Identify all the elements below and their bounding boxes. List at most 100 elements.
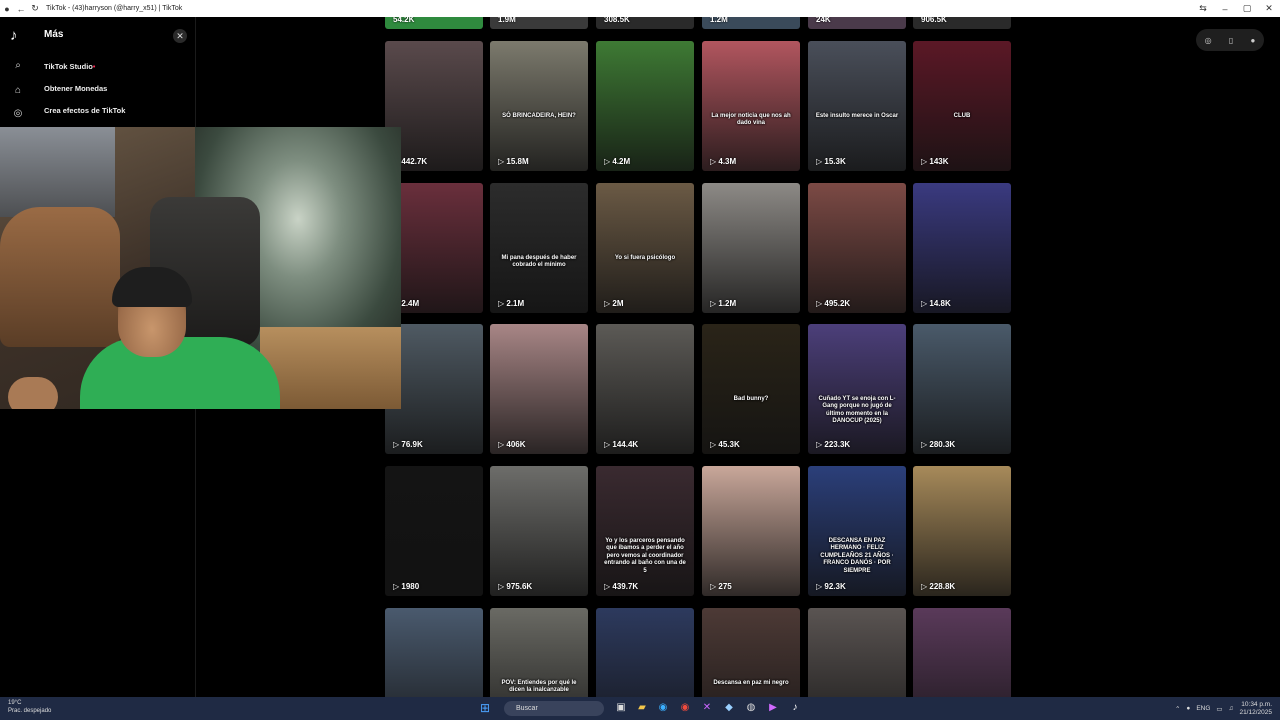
video-tile[interactable]: 1.9M (490, 17, 588, 29)
video-tile[interactable]: ▷ 144.4K (596, 324, 694, 454)
menu-item-get-coins[interactable]: Obtener Monedas (44, 84, 107, 93)
view-count: ▷ 15.8M (498, 157, 529, 166)
capcut-icon[interactable]: ✕ (700, 701, 714, 715)
video-tile[interactable]: Este insulto merece in Oscar ▷ 15.3K (808, 41, 906, 171)
tiktok-logo-icon[interactable]: ♪ (10, 28, 26, 44)
video-tile[interactable]: ▷ 406K (490, 324, 588, 454)
task-view-icon[interactable]: ▣ (614, 701, 628, 715)
window-maximize-button[interactable]: ▢ (1236, 3, 1258, 14)
video-grid: 54.2K1.9M308.5K1.2M24K906.5K▷ 442.7KSÓ B… (385, 17, 1012, 697)
view-count-value: 439.7K (612, 582, 639, 591)
menu-item-label: Crea efectos de TikTok (44, 106, 126, 115)
video-tile[interactable]: 1.2M (702, 17, 800, 29)
video-tile[interactable]: 54.2K (385, 17, 483, 29)
window-close-button[interactable]: ✕ (1258, 3, 1280, 14)
video-caption: La mejor noticia que nos ah dado vina (711, 112, 791, 127)
taskbar-search-box[interactable]: Buscar (504, 701, 604, 716)
menu-item-tiktok-studio[interactable]: TikTok Studio• (44, 62, 95, 71)
floating-controls: ◎ ▯ ● (1196, 29, 1264, 51)
view-count: ▷ 143K (921, 157, 949, 166)
view-count-value: 1.2M (718, 299, 737, 308)
system-tray: ⌃ ● ENG ▭ ♫ 10:34 p.m. 21/12/2025 (1169, 699, 1272, 718)
window-minimize-button[interactable]: – (1214, 4, 1236, 14)
chrome-icon[interactable]: ◉ (678, 701, 692, 715)
weather-widget[interactable]: 19°C Prac. despejado (8, 699, 51, 715)
video-tile[interactable]: ▷ 14.8K (913, 183, 1011, 313)
video-tile[interactable]: ▷ 4.2M (596, 41, 694, 171)
video-caption: POV: Entiendes por qué le dicen la inalc… (501, 679, 577, 694)
view-count-value: 406K (506, 440, 526, 449)
menu-item-effects[interactable]: Crea efectos de TikTok (44, 106, 125, 115)
explore-compass-icon[interactable]: ◎ (10, 106, 26, 122)
video-tile[interactable]: La mejor noticia que nos ah dado vina ▷ 4… (702, 41, 800, 171)
video-tile[interactable]: Yo si fuera psicólogo ▷ 2M (596, 183, 694, 313)
view-count-value: 495.2K (824, 299, 851, 308)
media-player-icon[interactable]: ▶ (766, 701, 780, 715)
volume-icon[interactable]: ♫ (1229, 705, 1234, 712)
view-count-value: 45.3K (718, 440, 740, 449)
view-count-value: 92.3K (824, 582, 846, 591)
video-tile[interactable]: ▷ 275 (702, 466, 800, 596)
language-indicator[interactable]: ENG (1196, 705, 1210, 712)
video-tile[interactable]: ▷ 975.6K (490, 466, 588, 596)
view-count: ▷ 406K (498, 440, 526, 449)
video-tile[interactable] (808, 608, 906, 697)
view-count: ▷ 4.3M (710, 157, 736, 166)
video-tile[interactable]: Mi pana después de haber cobrado el míni… (490, 183, 588, 313)
file-explorer-icon[interactable]: ▰ (635, 701, 649, 715)
webcam-person-shirt (80, 337, 280, 409)
clock-date: 21/12/2025 (1239, 708, 1272, 716)
webcam-desk (260, 327, 401, 409)
video-tile[interactable]: Yo y los parceros pensando que íbamos a … (596, 466, 694, 596)
view-count-value: 442.7K (401, 157, 428, 166)
close-icon[interactable]: ✕ (173, 29, 187, 43)
tray-app-icon[interactable]: ● (1186, 705, 1190, 712)
view-count-value: 2.4M (401, 299, 420, 308)
video-tile[interactable]: POV: Entiendes por qué le dicen la inalc… (490, 608, 588, 697)
video-tile[interactable]: ▷ 280.3K (913, 324, 1011, 454)
view-count: 1.9M (498, 17, 516, 24)
obs-icon[interactable]: ◍ (744, 701, 758, 715)
translate-icon[interactable]: ⇆ (1192, 3, 1214, 14)
video-tile[interactable]: 24K (808, 17, 906, 29)
view-count-value: 275 (718, 582, 732, 591)
video-tile[interactable] (596, 608, 694, 697)
network-icon[interactable]: ▭ (1216, 705, 1222, 713)
video-tile[interactable]: DESCANSA EN PAZ HERMANO · FELIZ CUMPLEAÑ… (808, 466, 906, 596)
compass-icon[interactable]: ◎ (1205, 36, 1212, 45)
webcam-armchair (0, 207, 120, 347)
view-count-value: 1980 (401, 582, 420, 591)
search-icon[interactable]: ⌕ (10, 58, 26, 74)
view-count: 54.2K (393, 17, 415, 24)
video-tile[interactable]: 906.5K (913, 17, 1011, 29)
view-count: ▷ 228.8K (921, 582, 955, 591)
edge-browser-icon[interactable]: ◉ (656, 701, 670, 715)
device-icon[interactable]: ▯ (1229, 36, 1233, 45)
video-tile[interactable]: ▷ 228.8K (913, 466, 1011, 596)
video-tile[interactable]: Cuñado YT se enoja con L-Gang porque no … (808, 324, 906, 454)
reload-icon[interactable]: ↻ (28, 3, 42, 14)
video-caption: DESCANSA EN PAZ HERMANO · FELIZ CUMPLEAÑ… (820, 537, 894, 574)
video-tile[interactable]: SÓ BRINCADEIRA, HEIN? ▷ 15.8M (490, 41, 588, 171)
video-tile[interactable] (385, 608, 483, 697)
tray-chevron-icon[interactable]: ⌃ (1175, 705, 1180, 713)
video-tile[interactable] (913, 608, 1011, 697)
video-tile[interactable]: Descansa en paz mi negro (702, 608, 800, 697)
windows-taskbar: 19°C Prac. despejado ⊞ Buscar ▣ ▰ ◉ ◉ ✕ … (0, 697, 1280, 720)
video-tile[interactable]: ▷ 495.2K (808, 183, 906, 313)
home-icon[interactable]: ⌂ (10, 83, 26, 99)
back-arrow-icon[interactable]: ← (14, 4, 28, 14)
video-tile[interactable]: 308.5K (596, 17, 694, 29)
video-tile[interactable]: Bad bunny? ▷ 45.3K (702, 324, 800, 454)
video-tile[interactable]: CLUB ▷ 143K (913, 41, 1011, 171)
view-count: ▷ 1980 (393, 582, 419, 591)
video-tile[interactable]: ▷ 1980 (385, 466, 483, 596)
avatar[interactable]: ● (1251, 36, 1256, 45)
tiktok-app-icon[interactable]: ♪ (788, 701, 802, 715)
clock[interactable]: 10:34 p.m. 21/12/2025 (1239, 701, 1272, 717)
view-count: ▷ 92.3K (816, 582, 846, 591)
windows-start-icon[interactable]: ⊞ (478, 701, 492, 715)
steam-icon[interactable]: ◆ (722, 701, 736, 715)
view-count: ▷ 2M (604, 299, 624, 308)
video-tile[interactable]: ▷ 1.2M (702, 183, 800, 313)
